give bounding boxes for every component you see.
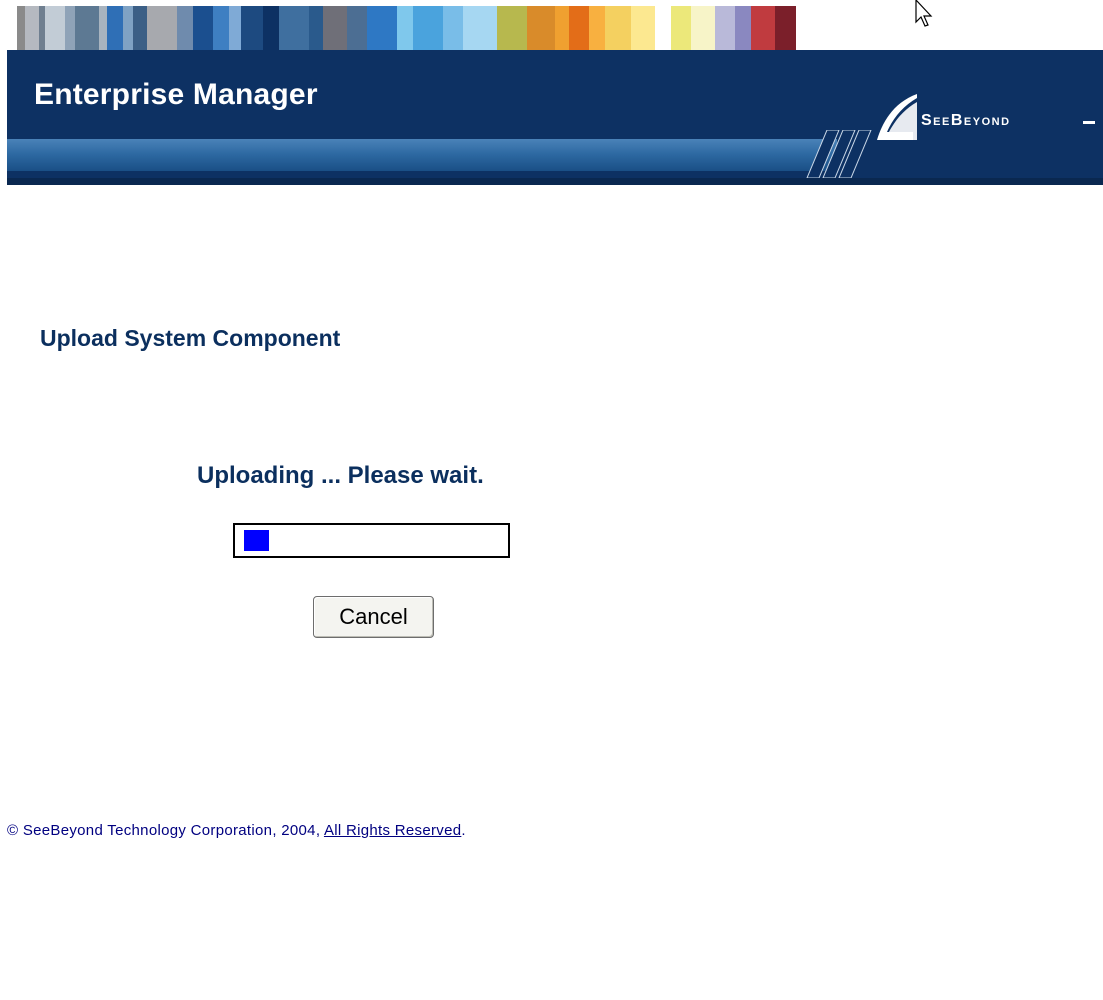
header-stripe [367, 6, 397, 50]
upload-status-message: Uploading ... Please wait. [197, 462, 484, 489]
header-stripe [605, 6, 631, 50]
header-stripe [263, 6, 279, 50]
logo-text: SeeBeyond [921, 112, 1011, 129]
header-stripe [463, 6, 497, 50]
header-stripe [655, 6, 671, 50]
header-stripe [631, 6, 655, 50]
copyright-text: SeeBeyond Technology Corporation, 2004, [22, 822, 321, 839]
header-stripe [671, 6, 691, 50]
header-stripe [133, 6, 147, 50]
header-stripe [589, 6, 605, 50]
header-stripe [735, 6, 751, 50]
header-stripe [751, 6, 775, 50]
header-stripe [497, 6, 527, 50]
header-stripe [527, 6, 555, 50]
header-stripe [17, 6, 25, 50]
header-stripe [241, 6, 263, 50]
progress-fill [244, 530, 269, 551]
header-stripe [177, 6, 193, 50]
header-stripe [279, 6, 309, 50]
all-rights-reserved-link[interactable]: All Rights Reserved [324, 822, 461, 839]
header-stripe [569, 6, 589, 50]
header-stripe [123, 6, 133, 50]
header-stripe [25, 6, 39, 50]
header-stripe [7, 6, 17, 50]
header-banner: Enterprise Manager SeeBeyond [7, 50, 1103, 185]
page-title: Upload System Component [40, 325, 341, 351]
header-stripe [45, 6, 65, 50]
header-bottom-rule [7, 178, 1103, 185]
header-stripe [347, 6, 367, 50]
header-accent-band [7, 139, 837, 171]
header-stripe [99, 6, 107, 50]
header-stripe [443, 6, 463, 50]
header-stripe [323, 6, 347, 50]
header-stripe [309, 6, 323, 50]
header-stripe [413, 6, 443, 50]
footer-period: . [461, 822, 466, 839]
header-stripe [555, 6, 569, 50]
logo-underline [1083, 121, 1095, 124]
header-stripe [193, 6, 213, 50]
header-stripe [75, 6, 99, 50]
mouse-pointer-icon [915, 0, 933, 27]
copyright-icon: © [7, 822, 19, 839]
header-stripe [715, 6, 735, 50]
header-stripe [397, 6, 413, 50]
header-stripe [65, 6, 75, 50]
header-stripe [691, 6, 715, 50]
header-stripe [213, 6, 229, 50]
header-stripe [107, 6, 123, 50]
header-stripe [775, 6, 796, 50]
footer: © SeeBeyond Technology Corporation, 2004… [7, 822, 466, 839]
header-stripe [147, 6, 177, 50]
cancel-button[interactable]: Cancel [313, 596, 434, 638]
slash-decoration-icon [806, 130, 872, 178]
header-stripe [229, 6, 241, 50]
seebeyond-logo: SeeBeyond [873, 92, 1095, 144]
seebeyond-logo-icon [877, 94, 917, 140]
upload-progress-bar [233, 523, 510, 558]
app-title: Enterprise Manager [34, 78, 318, 111]
header-color-stripes [7, 6, 1103, 50]
